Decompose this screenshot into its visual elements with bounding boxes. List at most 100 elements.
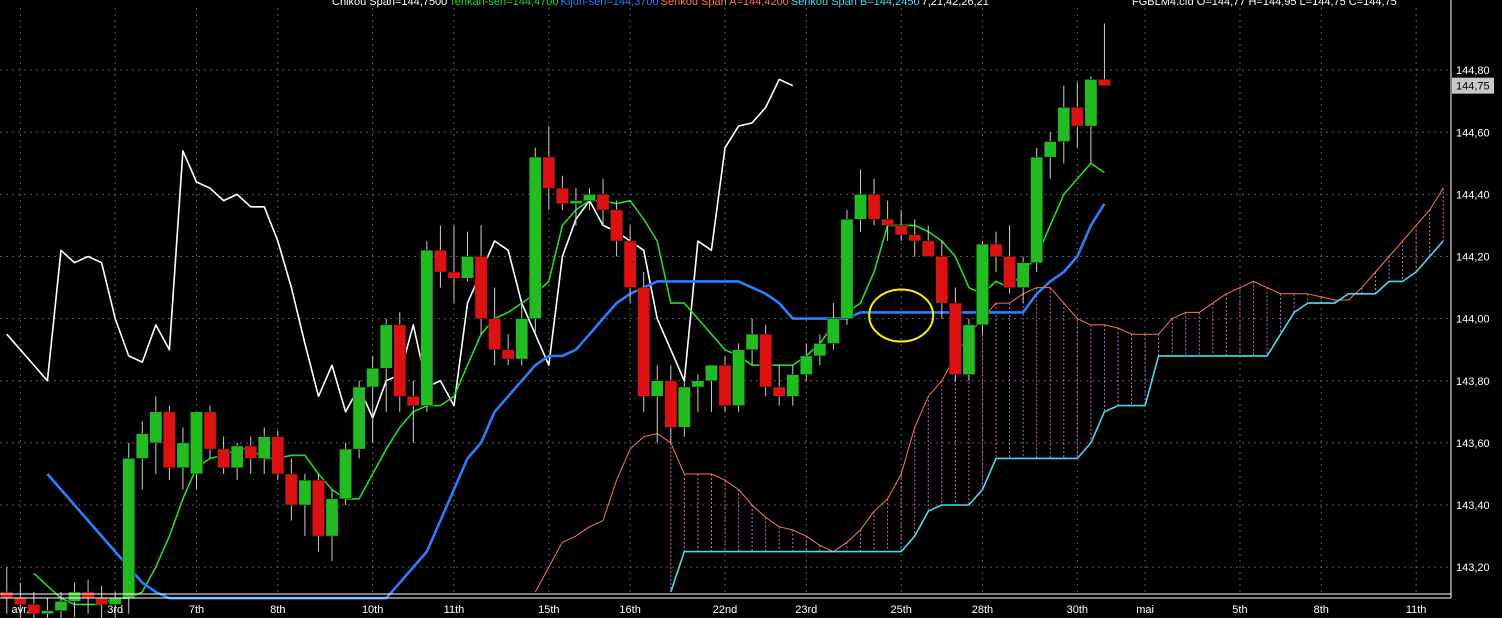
legend-kijun: Kijun-sen=144,3700: [560, 0, 659, 8]
candle-down: [908, 234, 922, 242]
candle-down: [285, 473, 298, 506]
candle-up: [135, 433, 149, 459]
candle-down: [759, 333, 773, 388]
candle-up: [976, 243, 989, 326]
candle-up: [786, 374, 800, 397]
y-tick-label: 143,20: [1456, 562, 1490, 574]
candle-up: [583, 194, 596, 201]
candle-down: [474, 256, 488, 319]
candle-up: [190, 411, 203, 475]
candle-up: [799, 355, 813, 375]
x-tick-label: 25th: [890, 604, 911, 616]
candle-up: [325, 498, 339, 537]
candle-up: [650, 380, 664, 397]
candle-up: [813, 343, 827, 357]
x-tick-label: 30th: [1067, 604, 1088, 616]
last-price-label: 144,75: [1456, 81, 1490, 93]
candle-up: [962, 324, 976, 375]
candle-up: [54, 601, 68, 611]
candle-down: [434, 250, 447, 273]
x-tick-label: mai: [1136, 604, 1154, 616]
candle-up: [420, 250, 434, 406]
candle-up: [1057, 107, 1071, 142]
y-tick-label: 144,40: [1456, 189, 1490, 201]
x-tick-label: 3rd: [107, 604, 123, 616]
legend-senkou-a: Senkou Span A=144,4200: [660, 0, 789, 8]
candle-up: [569, 200, 583, 204]
candle-down: [447, 271, 461, 279]
candle-down: [1003, 256, 1016, 288]
candle-up: [691, 380, 705, 388]
y-tick-label: 144,20: [1456, 252, 1490, 264]
indicator-legend: Chikou Span=144,7500 Tenkan-sen=144,4700 K…: [332, 0, 991, 8]
candle-up: [379, 324, 393, 369]
legend-tenkan: Tenkan-sen=144,4700: [449, 0, 559, 8]
y-tick-label: 144,60: [1456, 127, 1490, 139]
candle-down: [217, 448, 230, 468]
candle-down: [623, 240, 637, 288]
x-tick-label: 15th: [538, 604, 559, 616]
x-tick-label: 10th: [362, 604, 383, 616]
candle-down: [406, 396, 420, 406]
candle-up: [230, 445, 244, 468]
y-tick-label: 144,00: [1456, 314, 1490, 326]
candle-up: [677, 386, 691, 428]
candle-down: [244, 445, 258, 459]
candle-down: [949, 302, 962, 375]
legend-chikou: Chikou Span=144,7500: [332, 0, 448, 8]
candle-down: [989, 243, 1003, 257]
x-tick-label: avr.: [11, 604, 29, 616]
candle-up: [461, 256, 474, 279]
candle-down: [203, 411, 217, 450]
candle-up: [366, 368, 380, 388]
candle-down: [772, 386, 786, 397]
y-tick-label: 144,80: [1456, 65, 1490, 77]
candle-down: [163, 411, 176, 468]
candle-down: [637, 287, 651, 397]
candle-down: [718, 364, 732, 406]
candle-down: [867, 194, 881, 220]
candle-up: [1016, 262, 1030, 288]
candle-up: [68, 591, 81, 602]
ohlc-readout: FGBLM4.cfd O=144,77 H=144,95 L=144,75 C=…: [1132, 0, 1397, 8]
candle-up: [41, 610, 54, 614]
candle-up: [705, 364, 718, 382]
x-tick-label: 11th: [1406, 604, 1427, 616]
x-tick-label: 8th: [270, 604, 285, 616]
y-tick-label: 143,60: [1456, 438, 1490, 450]
candle-down: [921, 240, 935, 257]
candle-down: [881, 218, 894, 226]
candle-down: [27, 604, 41, 614]
candle-down: [1070, 107, 1084, 127]
legend-params: 7,21,42,26,21: [921, 0, 989, 8]
candle-down: [488, 318, 501, 350]
x-tick-label: 7th: [189, 604, 204, 616]
candle-up: [840, 218, 854, 319]
candle-up: [732, 349, 745, 406]
x-tick-label: 16th: [619, 604, 640, 616]
candle-down: [501, 349, 515, 360]
candle-up: [149, 411, 163, 444]
candle-up: [176, 442, 190, 468]
candle-down: [271, 436, 285, 475]
ichimoku-chart[interactable]: 144,80 144,60 144,40 144,20 144,00 143,80 143,…: [0, 0, 1502, 618]
candle-down: [556, 187, 569, 204]
x-tick-label: 8th: [1314, 604, 1329, 616]
candle-down: [312, 479, 325, 537]
candle-up: [1043, 141, 1057, 158]
candle-up: [352, 386, 366, 450]
y-tick-label: 143,80: [1456, 376, 1490, 388]
candle-up: [1030, 156, 1044, 263]
x-tick-label: 23rd: [795, 604, 817, 616]
candle-up: [528, 156, 542, 319]
x-tick-label: 11th: [444, 604, 465, 616]
candle-down: [610, 209, 623, 242]
candle-down: [393, 324, 407, 397]
x-tick-label: 5th: [1232, 604, 1247, 616]
candle-up: [515, 318, 529, 360]
chart-background: [0, 0, 1502, 618]
legend-senkou-b: Senkou Span B=144,2450: [790, 0, 920, 8]
candle-down: [0, 591, 14, 599]
candle-down: [81, 591, 95, 599]
candle-down: [1098, 79, 1111, 86]
